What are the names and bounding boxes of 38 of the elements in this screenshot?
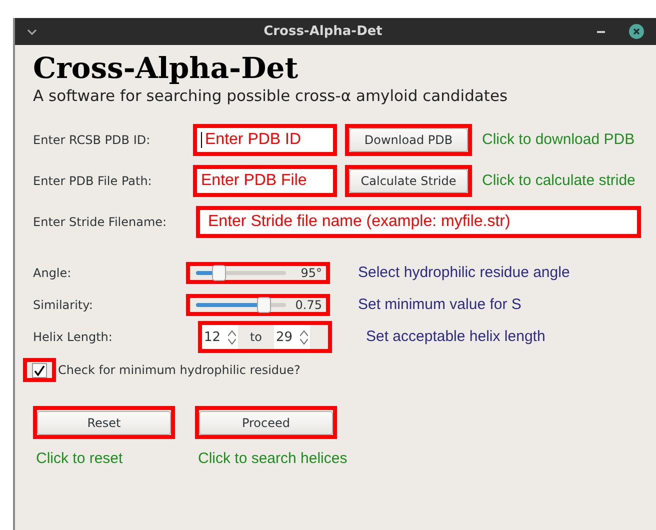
annotation-note: Set acceptable helix length	[366, 327, 546, 347]
app-subtitle: A software for searching possible cross-α amyloid candidates	[33, 86, 509, 107]
slider-value: 0.75	[295, 297, 322, 314]
slider-thumb[interactable]	[212, 265, 226, 282]
annotation-note: Click to reset	[36, 449, 123, 470]
action-button[interactable]: Calculate Stride	[349, 169, 468, 194]
field-label: Enter PDB File Path:	[33, 173, 153, 190]
field-label: Enter RCSB PDB ID:	[33, 132, 152, 150]
text-field[interactable]: Enter PDB ID	[193, 124, 337, 156]
checkbox[interactable]	[23, 358, 56, 382]
annotation-note: Click to download PDB	[482, 130, 635, 150]
slider-value: 95°	[300, 265, 322, 282]
chevron-down-icon[interactable]	[27, 28, 37, 34]
app-heading: Cross-Alpha-Det	[33, 51, 300, 85]
slider-thumb[interactable]	[256, 297, 270, 314]
field-label: Enter Stride Filename:	[33, 214, 168, 232]
slider-control[interactable]: 95°	[186, 262, 330, 284]
range-separator: to	[248, 329, 264, 346]
close-icon[interactable]	[629, 24, 644, 39]
slider-control[interactable]: 0.75	[186, 294, 330, 316]
field-label: Angle:	[33, 265, 72, 282]
action-button[interactable]: Proceed	[199, 410, 333, 435]
checkmark-icon	[34, 364, 45, 376]
action-button[interactable]: Download PDB	[349, 128, 468, 152]
field-label: Helix Length:	[33, 329, 114, 346]
field-label: Similarity:	[33, 297, 94, 314]
window-title: Cross-Alpha-Det	[262, 22, 384, 41]
spin-arrows-icon[interactable]	[298, 330, 310, 345]
text-field[interactable]: Enter PDB File	[193, 165, 337, 198]
minimize-icon[interactable]	[597, 30, 605, 32]
annotation-note: Click to calculate stride	[482, 171, 636, 191]
annotation-note: Click to search helices	[198, 449, 348, 470]
annotation-note: Select hydrophilic residue angle	[358, 263, 570, 283]
text-field[interactable]: Enter Stride file name (example: myfile.str)	[196, 206, 641, 238]
action-button[interactable]: Reset	[37, 410, 171, 435]
spin-arrows-icon[interactable]	[226, 330, 238, 345]
annotation-note: Set minimum value for S	[358, 295, 522, 315]
checkbox-label: Check for minimum hydrophilic residue?	[58, 362, 300, 380]
